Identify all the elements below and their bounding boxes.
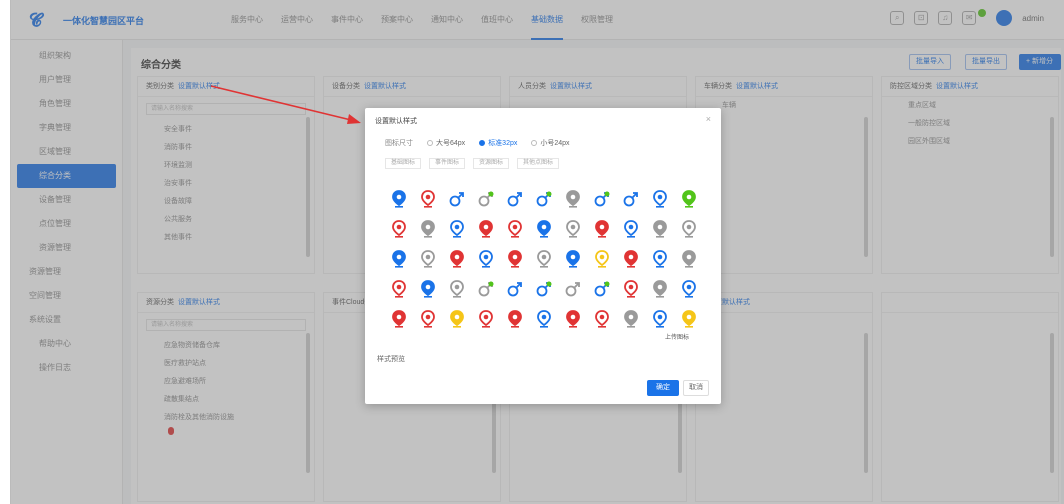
icon-tab[interactable]: 基础图标 <box>385 158 422 169</box>
gray-pin-icon[interactable] <box>534 249 553 269</box>
red-pin-icon[interactable] <box>418 189 437 209</box>
icon-tab[interactable]: 事件图标 <box>429 158 466 169</box>
blue-pin-icon[interactable] <box>621 219 640 239</box>
male-pin-icon[interactable] <box>592 279 611 299</box>
red-pin-icon[interactable] <box>621 249 640 269</box>
gray-pin-icon[interactable] <box>621 309 640 329</box>
size-option-label: 小号24px <box>540 140 570 147</box>
male-pin-icon[interactable] <box>447 189 466 209</box>
blue-pin-icon[interactable] <box>389 189 408 209</box>
blue-pin-icon[interactable] <box>650 189 669 209</box>
icon-size-group: 图标尺寸 大号64px 标准32px 小号24px <box>385 138 570 148</box>
upload-icon-link[interactable]: 上传图标 <box>665 332 689 341</box>
male-pin-icon[interactable] <box>534 189 553 209</box>
blue-pin-icon[interactable] <box>650 309 669 329</box>
gray-pin-icon[interactable] <box>418 219 437 239</box>
gray-pin-icon[interactable] <box>563 189 582 209</box>
icon-row <box>389 184 705 214</box>
yellow-pin-icon[interactable] <box>679 309 698 329</box>
male-pin-icon[interactable] <box>476 279 495 299</box>
male-pin-icon[interactable] <box>534 279 553 299</box>
close-icon[interactable]: × <box>706 114 711 124</box>
size-option[interactable]: 大号64px <box>427 138 465 148</box>
red-pin-icon[interactable] <box>505 219 524 239</box>
red-pin-icon[interactable] <box>389 219 408 239</box>
icon-row <box>389 214 705 244</box>
male-pin-icon[interactable] <box>621 189 640 209</box>
app-window: 𝓒 一体化智慧园区平台 服务中心 运营中心 事件中心 预案中心 通知中心 值班中心 基础数据… <box>10 0 1064 504</box>
gray-pin-icon[interactable] <box>650 219 669 239</box>
icon-row <box>389 274 705 304</box>
icon-row <box>389 304 705 334</box>
male-pin-icon[interactable] <box>476 189 495 209</box>
icon-size-label: 图标尺寸 <box>385 140 413 147</box>
blue-pin-icon[interactable] <box>418 279 437 299</box>
size-radio[interactable] <box>427 140 433 146</box>
gray-pin-icon[interactable] <box>679 219 698 239</box>
blue-pin-icon[interactable] <box>650 249 669 269</box>
blue-pin-icon[interactable] <box>679 279 698 299</box>
icon-tab[interactable]: 其他点图标 <box>517 158 560 169</box>
size-radio[interactable] <box>531 140 538 146</box>
gray-pin-icon[interactable] <box>563 219 582 239</box>
male-pin-icon[interactable] <box>592 189 611 209</box>
red-pin-icon[interactable] <box>505 249 524 269</box>
yellow-pin-icon[interactable] <box>592 249 611 269</box>
red-pin-icon[interactable] <box>447 249 466 269</box>
size-option[interactable]: 小号24px <box>531 138 570 148</box>
icon-tab[interactable]: 资源图标 <box>473 158 510 169</box>
red-pin-icon[interactable] <box>505 309 524 329</box>
red-pin-icon[interactable] <box>592 219 611 239</box>
style-preview-label: 样式预览 <box>377 356 405 363</box>
red-pin-icon[interactable] <box>389 279 408 299</box>
confirm-button[interactable]: 确定 <box>647 380 679 396</box>
gray-pin-icon[interactable] <box>679 249 698 269</box>
blue-pin-icon[interactable] <box>476 249 495 269</box>
gray-pin-icon[interactable] <box>447 279 466 299</box>
blue-pin-icon[interactable] <box>534 219 553 239</box>
male-pin-icon[interactable] <box>505 189 524 209</box>
blue-pin-icon[interactable] <box>389 249 408 269</box>
red-pin-icon[interactable] <box>418 309 437 329</box>
red-pin-icon[interactable] <box>389 309 408 329</box>
red-pin-icon[interactable] <box>592 309 611 329</box>
green-pin-icon[interactable] <box>679 189 698 209</box>
gray-pin-icon[interactable] <box>418 249 437 269</box>
size-option[interactable]: 标准32px <box>479 138 517 148</box>
size-option-label: 标准32px <box>488 140 518 147</box>
blue-pin-icon[interactable] <box>447 219 466 239</box>
size-option-label: 大号64px <box>436 140 466 147</box>
size-radio[interactable] <box>479 140 486 146</box>
icon-row <box>389 244 705 274</box>
red-pin-icon[interactable] <box>621 279 640 299</box>
cancel-button[interactable]: 取消 <box>683 380 709 396</box>
gray-pin-icon[interactable] <box>650 279 669 299</box>
icon-tabs: 基础图标 事件图标 资源图标 其他点图标 <box>385 158 560 169</box>
blue-pin-icon[interactable] <box>563 249 582 269</box>
icon-grid <box>389 184 705 334</box>
yellow-pin-icon[interactable] <box>447 309 466 329</box>
default-style-dialog: 设置默认样式 × 图标尺寸 大号64px 标准32px 小号24px 基础图标 事件图… <box>365 108 721 404</box>
blue-pin-icon[interactable] <box>534 309 553 329</box>
male-pin-icon[interactable] <box>505 279 524 299</box>
red-pin-icon[interactable] <box>563 309 582 329</box>
dialog-title: 设置默认样式 <box>375 118 417 125</box>
red-pin-icon[interactable] <box>476 309 495 329</box>
red-pin-icon[interactable] <box>476 219 495 239</box>
male-pin-icon[interactable] <box>563 279 582 299</box>
